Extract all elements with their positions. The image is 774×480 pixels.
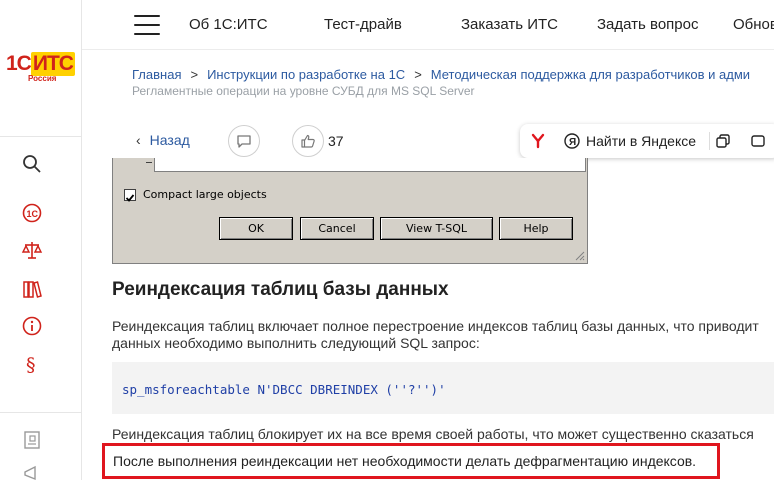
breadcrumb-home[interactable]: Главная [132, 67, 181, 82]
scales-icon[interactable] [20, 238, 44, 262]
sidebar-divider [0, 136, 82, 137]
highlighted-note-text: После выполнения реиндексации нет необхо… [113, 453, 697, 469]
books-icon[interactable] [20, 277, 44, 301]
comment-icon [237, 135, 251, 148]
toolbar-divider [709, 132, 710, 150]
comment-button[interactable] [228, 125, 260, 157]
logo-1c-text: 1С [6, 52, 32, 75]
section-sign-icon[interactable]: § [20, 352, 44, 376]
nav-test-drive[interactable]: Тест-драйв [324, 16, 402, 33]
dialog-view-tsql-button: View T-SQL [380, 217, 493, 240]
svg-text:1С: 1С [27, 209, 39, 219]
more-icon[interactable] [750, 133, 766, 149]
nav-about-its[interactable]: Об 1С:ИТС [189, 16, 268, 33]
breadcrumb-method-support[interactable]: Методическая поддержка для разработчиков… [431, 67, 750, 82]
logo-subtitle: Россия [28, 74, 57, 83]
yandex-search-bar: Я Найти в Яндексе [520, 124, 774, 158]
likes-count: 37 [328, 133, 344, 149]
top-header: Об 1С:ИТС Тест-драйв Заказать ИТС Задать… [82, 0, 774, 50]
nav-ask-question[interactable]: Задать вопрос [597, 16, 698, 33]
checkbox-label: Compact large objects [143, 188, 267, 201]
checkmark-icon [125, 194, 135, 202]
chevron-right-icon: > [414, 67, 422, 82]
info-icon[interactable] [20, 314, 44, 338]
sql-dialog-screenshot: Compact large objects OK Cancel View T-S… [112, 158, 588, 264]
code-block[interactable]: sp_msforeachtable N'DBCC DBREINDEX (''?'… [112, 362, 774, 414]
resize-grip-icon [575, 251, 585, 261]
breadcrumb-current-page: Регламентные операции на уровне СУБД для… [132, 84, 475, 98]
breadcrumb-dev-instructions[interactable]: Инструкции по разработке на 1С [207, 67, 405, 82]
yandex-logo-icon: Я [564, 133, 580, 149]
chevron-right-icon: > [190, 67, 199, 82]
1c-icon[interactable]: 1С [20, 201, 44, 225]
logo-its-text: ИТС [30, 52, 75, 76]
document-icon[interactable] [20, 428, 44, 452]
highlighted-note: После выполнения реиндексации нет необхо… [102, 443, 720, 479]
dialog-ok-button: OK [219, 217, 293, 240]
copy-icon[interactable] [715, 133, 731, 149]
its-logo[interactable]: 1СИТС Россия [6, 52, 76, 88]
svg-text:Я: Я [569, 137, 576, 148]
dialog-cancel-button: Cancel [300, 217, 374, 240]
menu-icon[interactable] [134, 15, 160, 35]
search-icon[interactable] [20, 152, 44, 176]
paragraph-line: Реиндексация таблиц блокирует их на все … [112, 426, 754, 442]
svg-text:§: § [26, 354, 36, 375]
breadcrumb: Главная > Инструкции по разработке на 1С > М… [132, 67, 750, 82]
compact-large-objects-checkbox [124, 189, 136, 202]
sql-code: sp_msforeachtable N'DBCC DBREINDEX (''?'… [122, 382, 446, 397]
yandex-search-button[interactable]: Найти в Яндексе [586, 133, 696, 149]
megaphone-icon[interactable] [20, 462, 44, 480]
chevron-left-icon: ‹ [136, 132, 141, 148]
dialog-field-edge [146, 158, 152, 163]
dialog-help-button: Help [499, 217, 573, 240]
nav-updates[interactable]: Обнов [733, 16, 774, 33]
section-heading: Реиндексация таблиц базы данных [112, 279, 449, 300]
back-button[interactable]: ‹ Назад [136, 132, 190, 148]
left-sidebar: 1СИТС Россия 1С § [0, 0, 82, 480]
sidebar-divider [0, 412, 82, 413]
yandex-browser-icon[interactable] [530, 133, 546, 149]
back-label: Назад [149, 132, 190, 148]
nav-order-its[interactable]: Заказать ИТС [461, 16, 558, 33]
dialog-text-field [154, 158, 586, 172]
paragraph-line: данных необходимо выполнить следующий SQ… [112, 335, 480, 351]
paragraph-line: Реиндексация таблиц включает полное пере… [112, 318, 759, 334]
thumbs-up-icon [301, 134, 315, 148]
like-button[interactable] [292, 125, 324, 157]
